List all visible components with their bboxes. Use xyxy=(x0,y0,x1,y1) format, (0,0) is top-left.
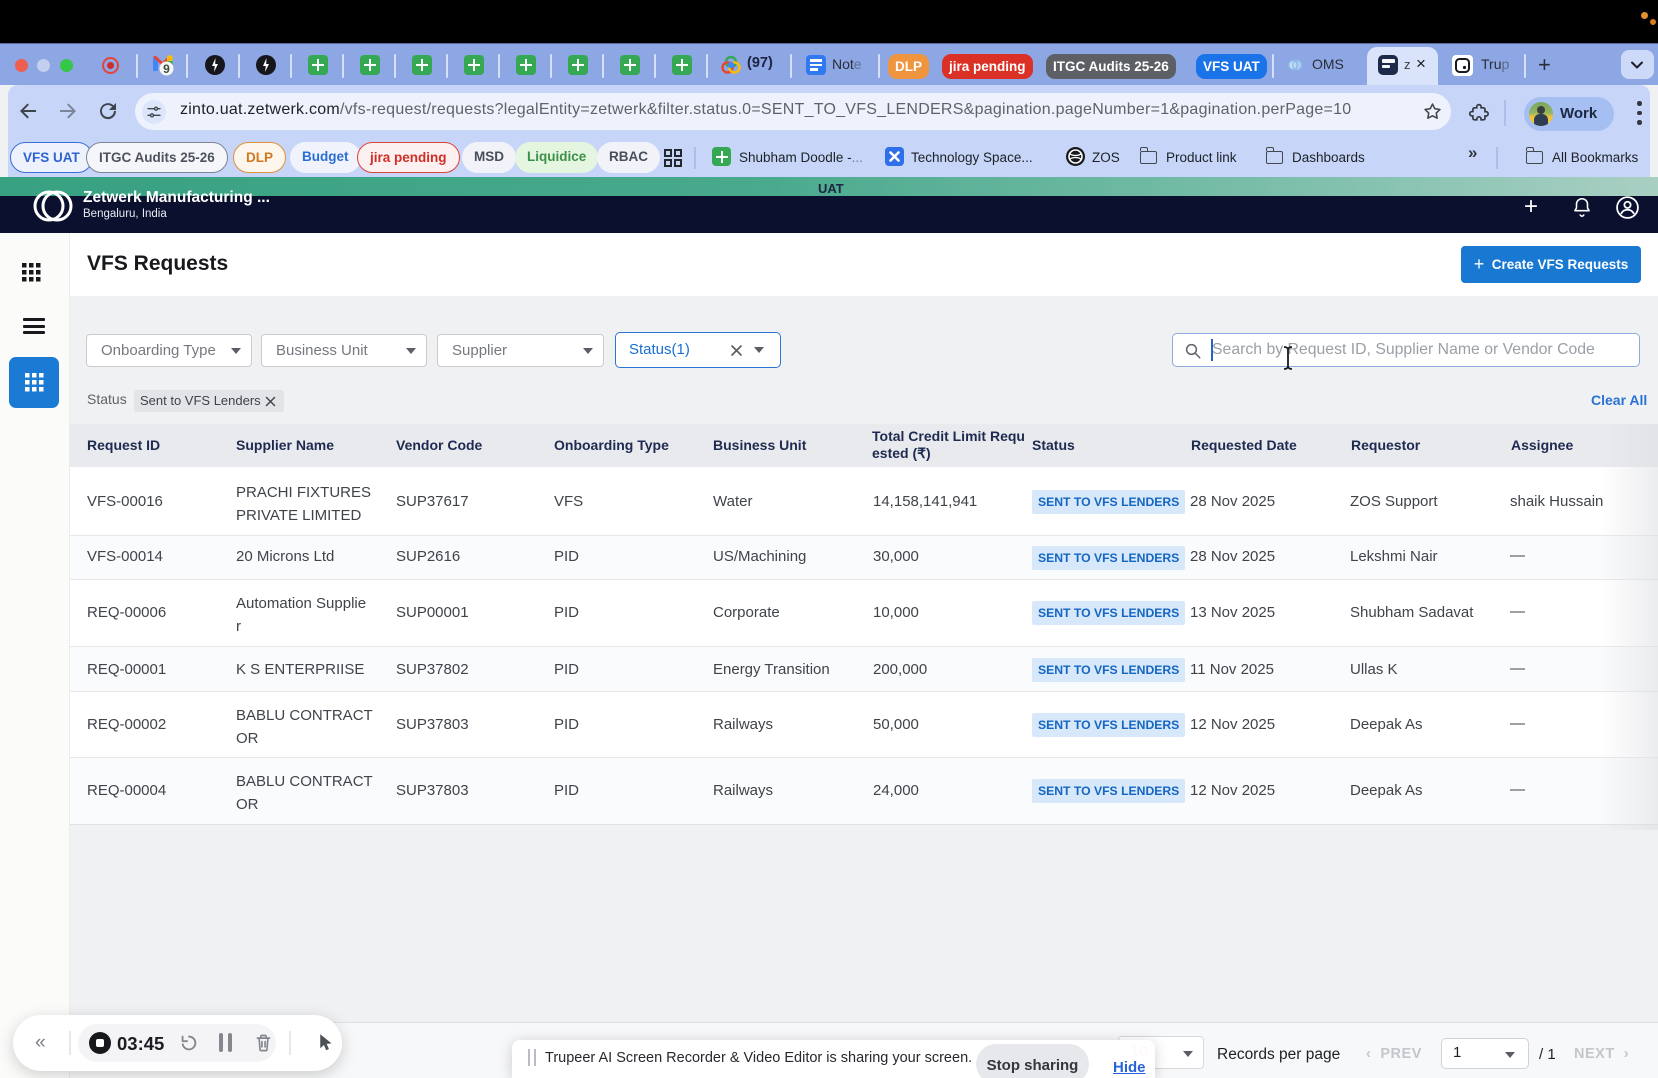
svg-text:9: 9 xyxy=(163,62,170,76)
